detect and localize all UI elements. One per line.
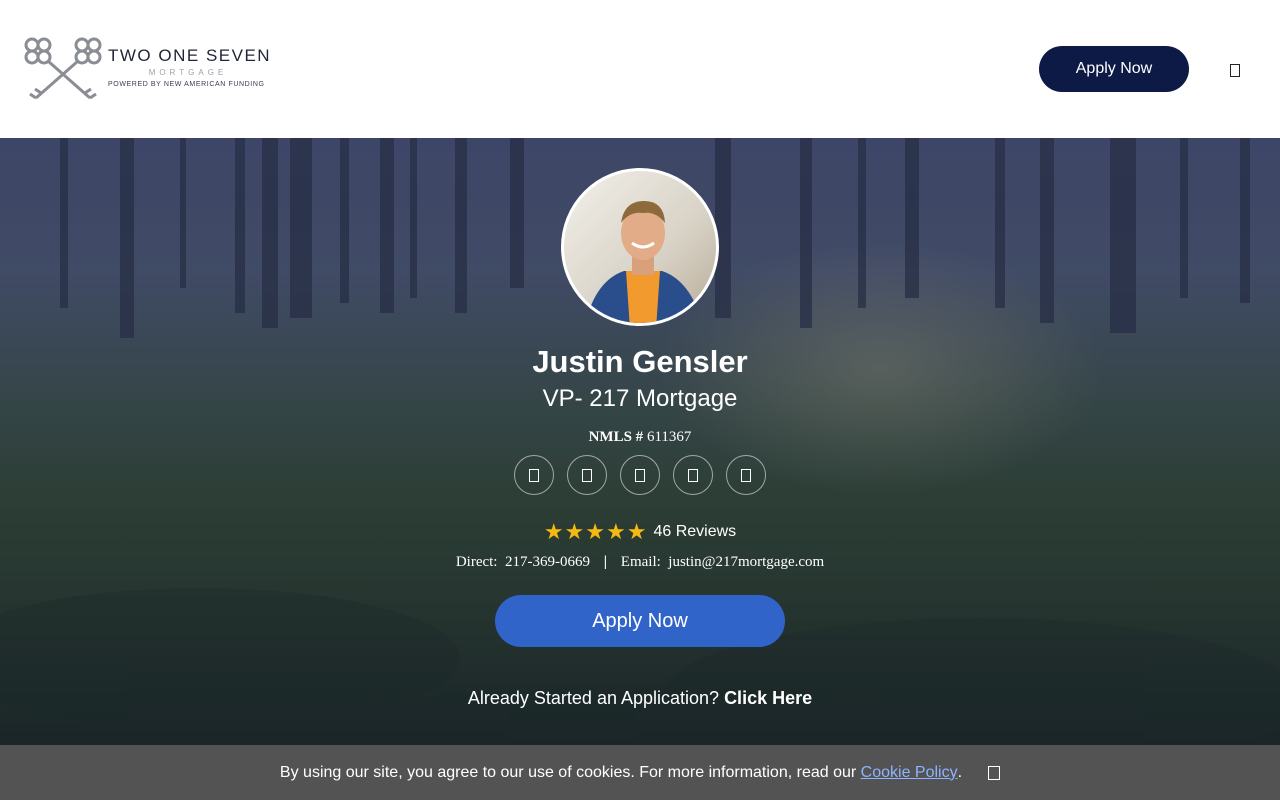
click-here-link[interactable]: Click Here (724, 688, 812, 708)
nmls-value: 611367 (646, 429, 692, 445)
cookie-text: By using our site, you agree to our use … (279, 763, 857, 781)
close-icon[interactable] (988, 765, 1001, 780)
keys-logo-icon (24, 37, 102, 100)
reviews-count: 46 Reviews (653, 523, 737, 540)
site-logo[interactable]: TWO ONE SEVEN MORTGAGE POWERED BY NEW AM… (22, 36, 272, 104)
youtube-glyph (741, 468, 751, 482)
facebook-glyph (529, 468, 539, 482)
header-apply-now-button[interactable]: Apply Now (1039, 46, 1189, 92)
hero-apply-now-button[interactable]: Apply Now (495, 595, 785, 647)
email-link[interactable]: justin@217mortgage.com (668, 554, 824, 570)
already-started-text: Already Started an Application? Click He… (0, 688, 1280, 709)
youtube-icon[interactable] (726, 455, 766, 495)
profile-portrait-icon (585, 201, 703, 323)
menu-glyph (1230, 63, 1240, 77)
direct-label: Direct: (455, 554, 498, 570)
logo-powered-by: POWERED BY NEW AMERICAN FUNDING (108, 81, 265, 88)
logo-text: TWO ONE SEVEN MORTGAGE POWERED BY NEW AM… (108, 46, 271, 88)
social-links (514, 455, 766, 495)
hero-section: Justin Gensler VP- 217 Mortgage NMLS # 6… (0, 138, 1280, 800)
reviews-summary[interactable]: ★★★★★ 46 Reviews (0, 519, 1280, 544)
cookie-period: . (957, 763, 963, 781)
logo-subtitle: MORTGAGE (148, 68, 228, 77)
phone-link[interactable]: 217-369-0669 (505, 554, 590, 570)
logo-title: TWO ONE SEVEN (108, 46, 272, 65)
nmls-number: NMLS # 611367 (0, 429, 1280, 446)
loan-officer-title: VP- 217 Mortgage (542, 385, 738, 412)
contact-info: Direct: 217-369-0669 | Email: justin@217… (0, 554, 1280, 571)
instagram-icon[interactable] (620, 455, 660, 495)
site-header: TWO ONE SEVEN MORTGAGE POWERED BY NEW AM… (0, 0, 1280, 138)
profile-photo (561, 168, 719, 326)
twitter-glyph (688, 468, 698, 482)
linkedin-icon[interactable] (567, 455, 607, 495)
cookie-banner: By using our site, you agree to our use … (0, 745, 1280, 800)
linkedin-glyph (582, 468, 592, 482)
menu-icon[interactable] (1226, 61, 1244, 79)
facebook-icon[interactable] (514, 455, 554, 495)
email-label: Email: (620, 554, 661, 570)
nmls-label: NMLS # (588, 429, 644, 445)
twitter-icon[interactable] (673, 455, 713, 495)
contact-separator: | (603, 554, 608, 570)
cookie-policy-link[interactable]: Cookie Policy (861, 764, 958, 782)
instagram-glyph (635, 468, 645, 482)
star-rating-icon: ★★★★★ (543, 519, 648, 544)
loan-officer-name: Justin Gensler (532, 344, 748, 379)
already-started-label: Already Started an Application? (467, 688, 720, 708)
